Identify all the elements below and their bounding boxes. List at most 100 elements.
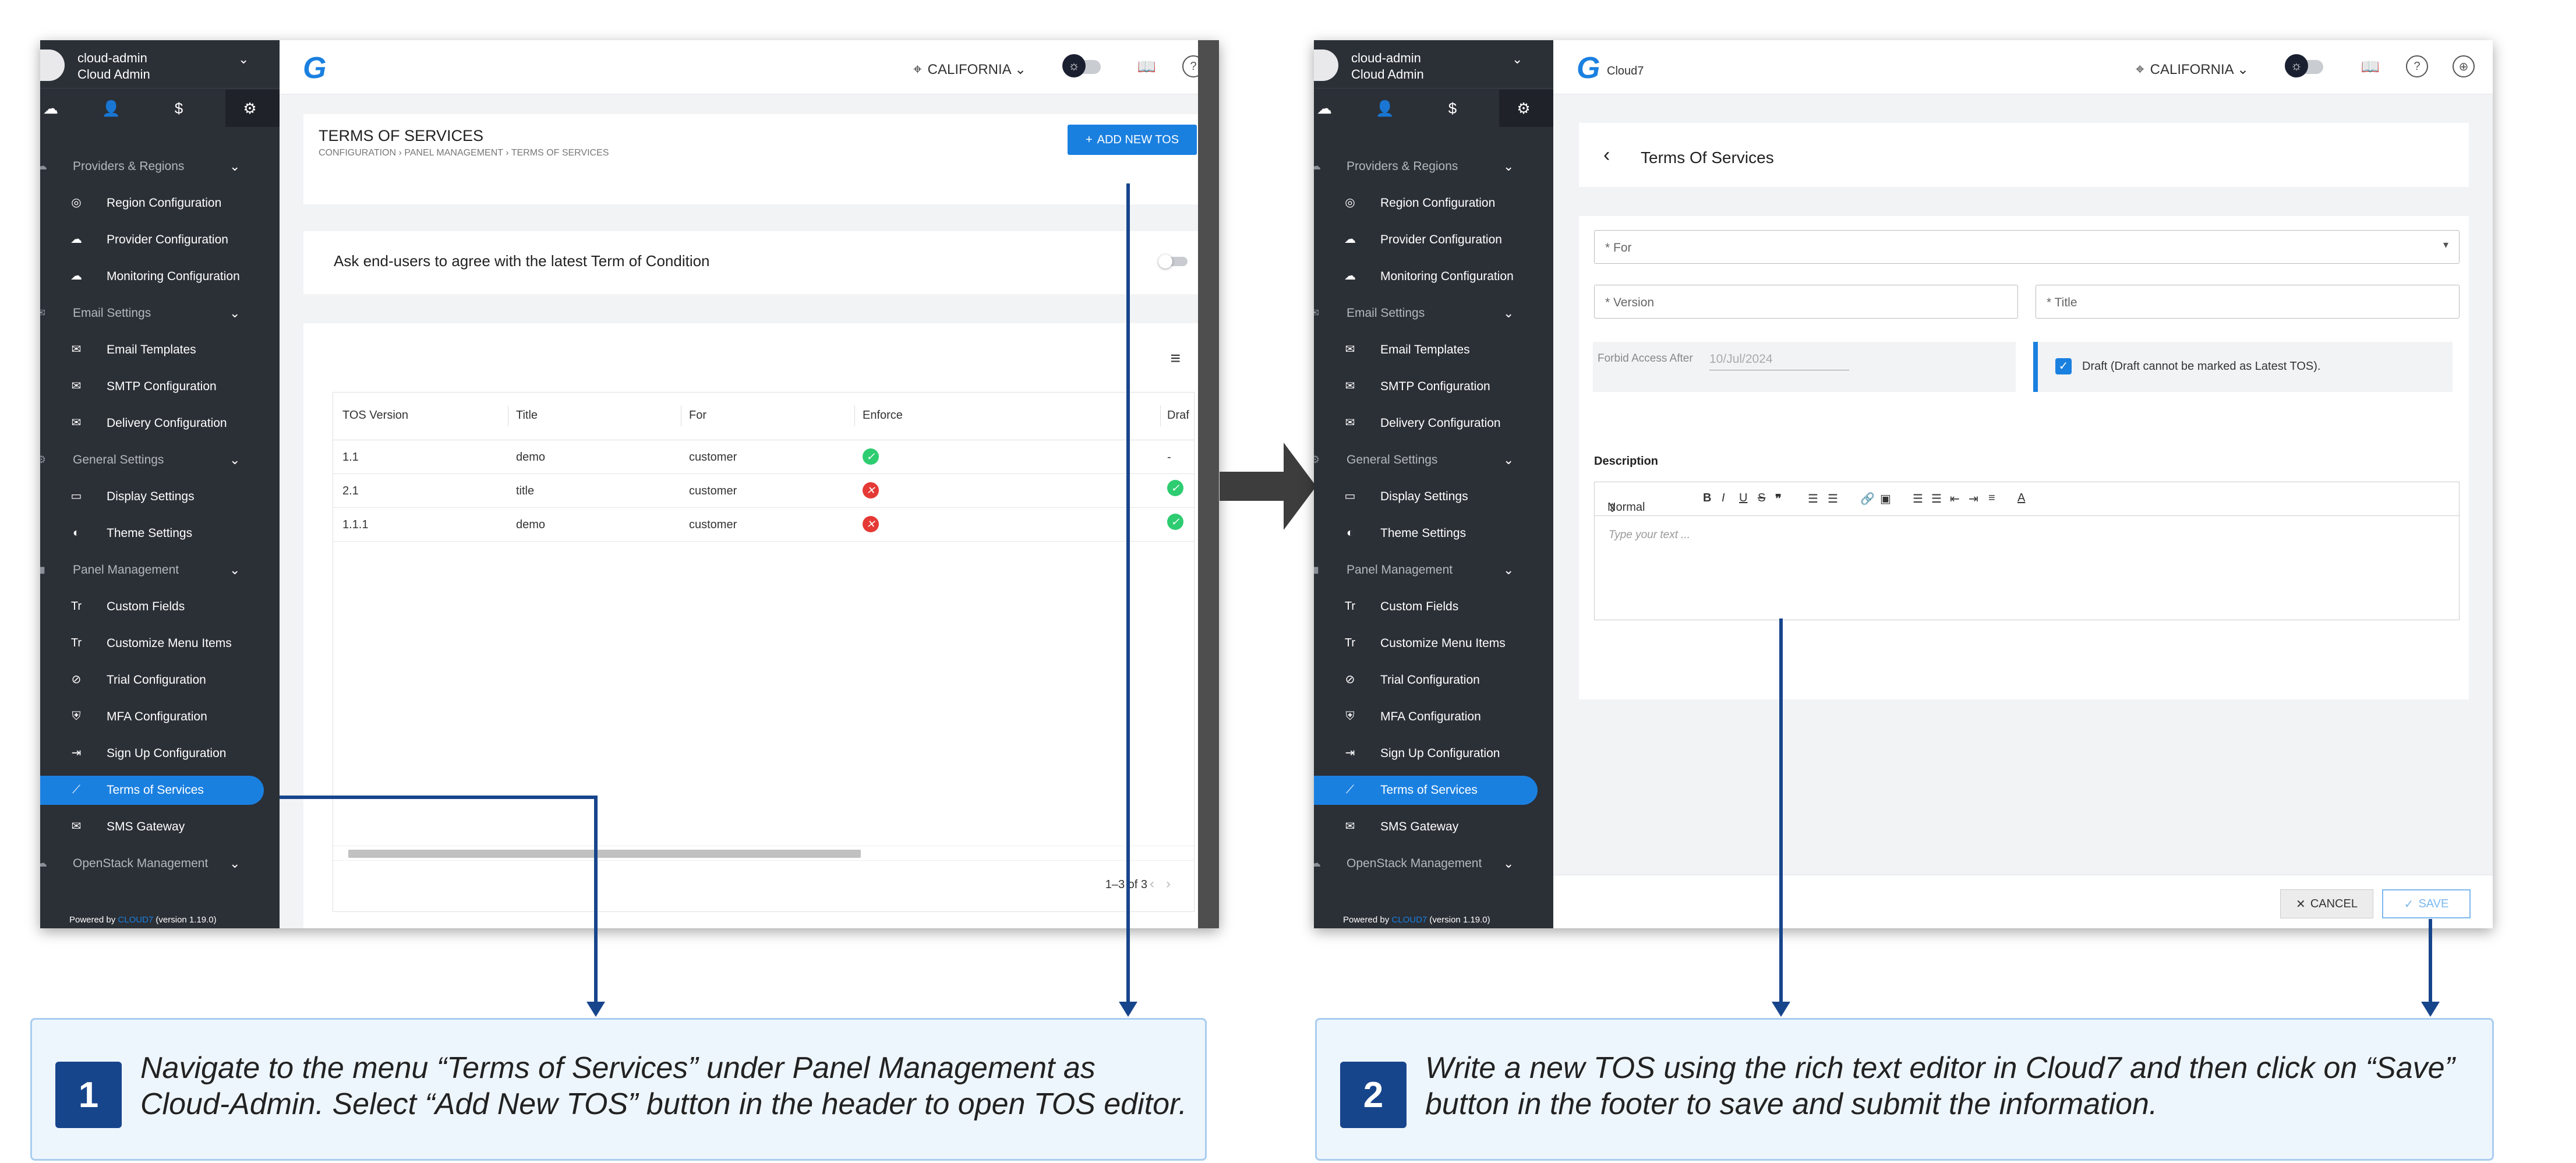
rich-text-editor[interactable]: Normal ⇕ B I U S ❞ ☰ ☰ 🔗 ▣ ☰ ☰ ⇤ ⇥ ≡ A T… <box>1594 482 2460 620</box>
theme-toggle[interactable]: ☼ <box>1062 54 1104 77</box>
column-header[interactable]: Draf <box>1167 409 1189 422</box>
user-header[interactable]: cloud-admin Cloud Admin ⌄ <box>40 40 280 89</box>
sidebar-item-delivery-configuration[interactable]: ✉ Delivery Configuration <box>40 405 280 441</box>
avatar[interactable] <box>1314 50 1338 81</box>
group-providers-regions[interactable]: ☁ Providers & Regions ⌄ <box>40 148 280 185</box>
sidebar-item-terms-of-services[interactable]: ⟋ Terms of Services <box>1314 772 1553 808</box>
sidebar-item-trial-configuration[interactable]: ⊘ Trial Configuration <box>1314 662 1553 698</box>
save-button[interactable]: ✓ SAVE <box>2382 889 2471 918</box>
group-email-settings[interactable]: ✉ Email Settings ⌄ <box>40 295 280 331</box>
column-header[interactable]: For <box>689 409 706 422</box>
sidebar-item-theme-settings[interactable]: ◐ Theme Settings <box>40 515 280 552</box>
cancel-button[interactable]: ✕ CANCEL <box>2280 889 2373 918</box>
user-header[interactable]: cloud-admin Cloud Admin ⌄ <box>1314 40 1553 89</box>
add-new-tos-button[interactable]: + ADD NEW TOS <box>1068 125 1197 155</box>
sidebar-item-email-templates[interactable]: ✉ Email Templates <box>1314 331 1553 368</box>
for-select[interactable]: * For ▾ <box>1594 230 2460 264</box>
align-icon[interactable]: ≡ <box>1988 492 1995 505</box>
theme-toggle[interactable]: ☼ <box>2285 54 2327 77</box>
region-selector[interactable]: ⌖ CALIFORNIA ⌄ <box>913 60 1026 79</box>
sidebar-item-display-settings[interactable]: ▭ Display Settings <box>1314 478 1553 515</box>
sidebar-item-delivery-configuration[interactable]: ✉ Delivery Configuration <box>1314 405 1553 441</box>
text-color-icon[interactable]: A <box>2017 492 2025 505</box>
sidebar-item-mfa-configuration[interactable]: ⛨ MFA Configuration <box>40 698 280 735</box>
group-general-settings[interactable]: ⚙ General Settings ⌄ <box>40 441 280 478</box>
powered-brand[interactable]: CLOUD7 <box>118 915 153 925</box>
sidebar-item-sms-gateway[interactable]: ✉ SMS Gateway <box>1314 808 1553 845</box>
bullet-list-icon[interactable]: ☰ <box>1828 492 1838 506</box>
powered-brand[interactable]: CLOUD7 <box>1391 915 1427 925</box>
italic-icon[interactable]: I <box>1722 492 1725 505</box>
sidebar-item-monitoring-configuration[interactable]: ☁ Monitoring Configuration <box>1314 258 1553 295</box>
group-general-settings[interactable]: ⚙ General Settings ⌄ <box>1314 441 1553 478</box>
group-providers-regions[interactable]: ☁ Providers & Regions ⌄ <box>1314 148 1553 185</box>
sidebar-item-mfa-configuration[interactable]: ⛨ MFA Configuration <box>1314 698 1553 735</box>
user-icon[interactable]: 👤 <box>101 98 122 119</box>
pagination-arrows[interactable]: ‹› <box>1150 876 1182 892</box>
menu-icon[interactable]: ≡ <box>1170 349 1181 369</box>
column-header[interactable]: Title <box>516 409 538 422</box>
table-row[interactable]: 1.1 demo customer ✓ - <box>333 440 1194 474</box>
dollar-icon[interactable]: $ <box>1442 98 1463 119</box>
sidebar-item-sms-gateway[interactable]: ✉ SMS Gateway <box>40 808 280 845</box>
version-field[interactable]: * Version <box>1594 285 2018 319</box>
sidebar-item-theme-settings[interactable]: ◐ Theme Settings <box>1314 515 1553 552</box>
strike-icon[interactable]: S <box>1758 492 1765 505</box>
cloud-icon[interactable]: ☁ <box>40 98 61 119</box>
back-arrow-icon[interactable]: ‹ <box>1603 144 1610 167</box>
group-openstack-management[interactable]: ☁ OpenStack Management ⌄ <box>40 845 280 882</box>
sidebar-item-smtp-configuration[interactable]: ✉ SMTP Configuration <box>40 368 280 405</box>
table-row[interactable]: 1.1.1 demo customer ✕ ✓ <box>333 508 1194 542</box>
cloud-icon[interactable]: ☁ <box>1314 98 1335 119</box>
sidebar-item-email-templates[interactable]: ✉ Email Templates <box>40 331 280 368</box>
underline-icon[interactable]: U <box>1739 492 1747 505</box>
scrollbar-thumb[interactable] <box>348 850 861 858</box>
logo-icon[interactable]: G <box>1577 51 1600 86</box>
horizontal-scrollbar[interactable] <box>333 846 1194 861</box>
sidebar-item-display-settings[interactable]: ▭ Display Settings <box>40 478 280 515</box>
sidebar-item-region-configuration[interactable]: ◎ Region Configuration <box>1314 185 1553 221</box>
sidebar-item-smtp-configuration[interactable]: ✉ SMTP Configuration <box>1314 368 1553 405</box>
link-icon[interactable]: 🔗 <box>1860 492 1875 506</box>
quote-icon[interactable]: ❞ <box>1775 492 1782 506</box>
bold-icon[interactable]: B <box>1703 492 1711 505</box>
gear-icon[interactable]: ⚙ <box>239 98 260 119</box>
sidebar-item-provider-configuration[interactable]: ☁ Provider Configuration <box>40 221 280 258</box>
image-icon[interactable]: ▣ <box>1880 492 1891 506</box>
user-icon[interactable]: 👤 <box>1374 98 1395 119</box>
draft-option[interactable]: ✓ Draft (Draft cannot be marked as Lates… <box>2033 342 2453 392</box>
chevron-down-icon[interactable]: ⌄ <box>238 52 249 67</box>
sidebar-item-customize-menu-items[interactable]: Tr Customize Menu Items <box>1314 625 1553 662</box>
book-icon[interactable]: 📖 <box>1136 55 1158 77</box>
book-icon[interactable]: 📖 <box>2359 55 2381 77</box>
ordered-list-icon[interactable]: ☰ <box>1808 492 1818 506</box>
group-email-settings[interactable]: ✉ Email Settings ⌄ <box>1314 295 1553 331</box>
sidebar-item-custom-fields[interactable]: Tr Custom Fields <box>1314 588 1553 625</box>
breadcrumb-item[interactable]: PANEL MANAGEMENT <box>404 148 503 158</box>
forbid-date-input[interactable]: 10/Jul/2024 <box>1709 352 1849 370</box>
sidebar-item-sign-up-configuration[interactable]: ⇥ Sign Up Configuration <box>1314 735 1553 772</box>
outdent-icon[interactable]: ⇤ <box>1950 492 1960 506</box>
table-row[interactable]: 2.1 title customer ✕ ✓ <box>333 474 1194 508</box>
forbid-access-field[interactable]: Forbid Access After 10/Jul/2024 <box>1593 342 2016 392</box>
list-ordered-icon[interactable]: ☰ <box>1913 492 1923 506</box>
sidebar-item-sign-up-configuration[interactable]: ⇥ Sign Up Configuration <box>40 735 280 772</box>
avatar[interactable] <box>40 50 65 81</box>
group-panel-management[interactable]: ◼ Panel Management ⌄ <box>1314 552 1553 588</box>
draft-checkbox[interactable]: ✓ <box>2055 358 2072 374</box>
group-openstack-management[interactable]: ☁ OpenStack Management ⌄ <box>1314 845 1553 882</box>
logo-icon[interactable]: G <box>303 51 326 86</box>
chevron-down-icon[interactable]: ⌄ <box>1512 52 1522 67</box>
sidebar-item-trial-configuration[interactable]: ⊘ Trial Configuration <box>40 662 280 698</box>
agree-toggle[interactable] <box>1158 254 1189 268</box>
group-panel-management[interactable]: ◼ Panel Management ⌄ <box>40 552 280 588</box>
globe-icon[interactable]: ⊕ <box>2453 55 2475 77</box>
help-icon[interactable]: ? <box>2406 55 2428 77</box>
vertical-scrollbar[interactable] <box>1198 40 1219 928</box>
sidebar-item-terms-of-services[interactable]: ⟋ Terms of Services <box>40 772 280 808</box>
breadcrumb-item[interactable]: CONFIGURATION <box>319 148 396 158</box>
gear-icon[interactable]: ⚙ <box>1513 98 1534 119</box>
column-header[interactable]: TOS Version <box>342 409 408 422</box>
sidebar-item-custom-fields[interactable]: Tr Custom Fields <box>40 588 280 625</box>
sidebar-item-customize-menu-items[interactable]: Tr Customize Menu Items <box>40 625 280 662</box>
